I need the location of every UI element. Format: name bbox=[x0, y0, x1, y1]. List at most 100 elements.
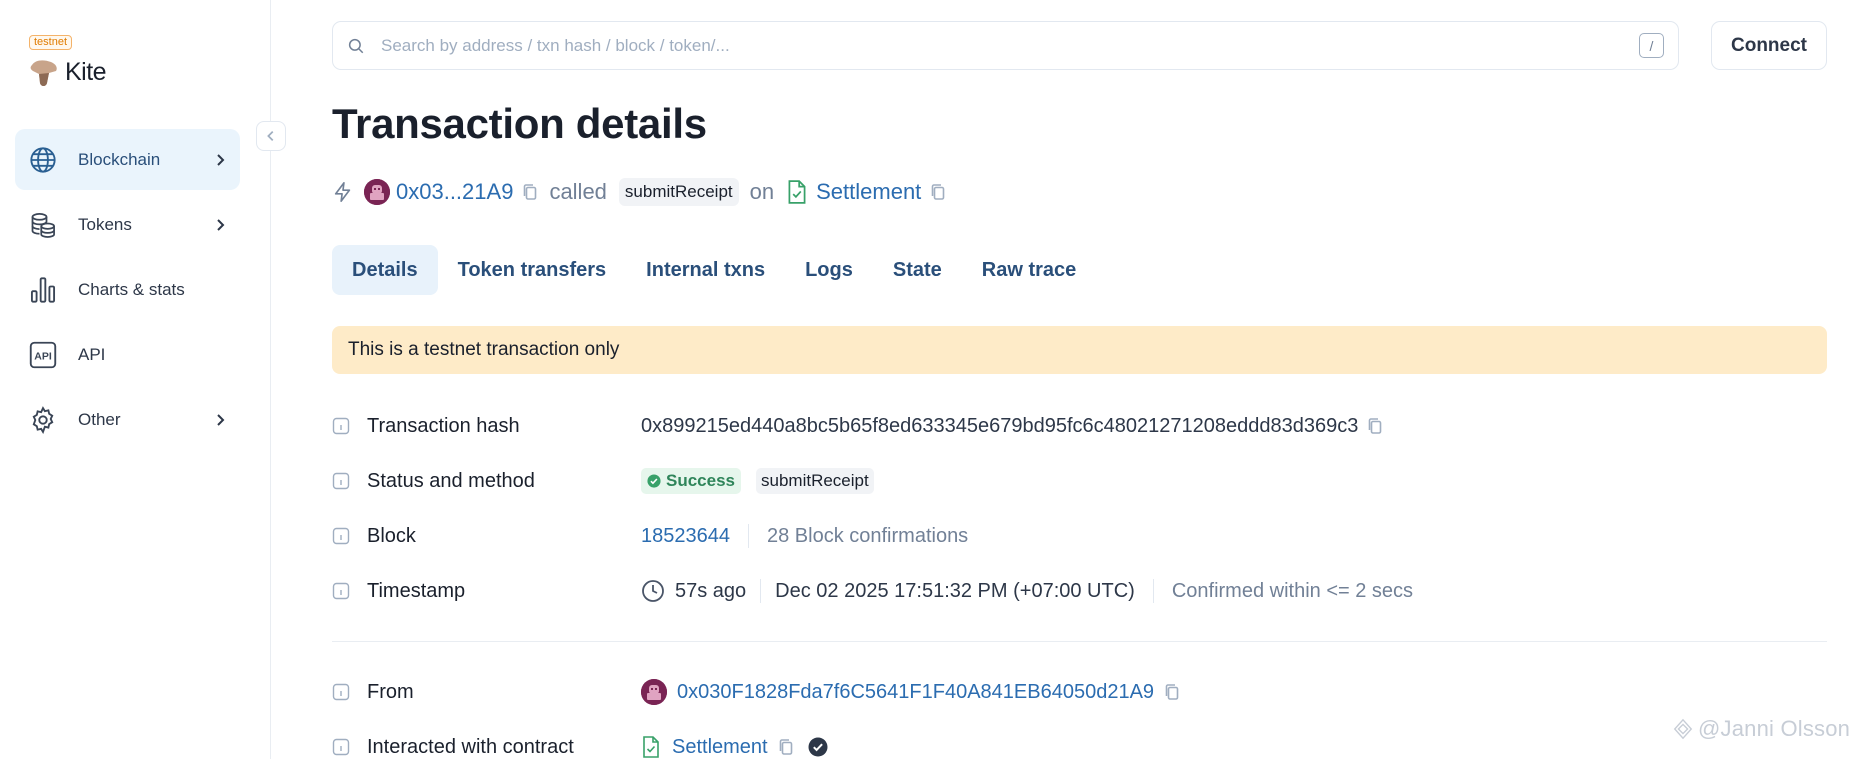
divider bbox=[760, 579, 762, 603]
copy-icon[interactable] bbox=[778, 738, 794, 756]
method-chip: submitReceipt bbox=[618, 178, 739, 206]
sidebar-nav: Blockchain Tokens Charts & stats API API… bbox=[15, 129, 240, 454]
sidebar-item-label: Charts & stats bbox=[78, 279, 185, 299]
bar-chart-icon bbox=[28, 275, 58, 305]
tab-raw-trace[interactable]: Raw trace bbox=[962, 245, 1097, 295]
verified-check-icon bbox=[808, 737, 828, 757]
section-divider bbox=[332, 641, 1827, 642]
detail-value: 18523644 28 Block confirmations bbox=[641, 524, 968, 548]
brand[interactable]: testnet Kite bbox=[29, 32, 107, 88]
block-confirmations: 28 Block confirmations bbox=[766, 524, 969, 547]
detail-value: 57s ago Dec 02 2025 17:51:32 PM (+07:00 … bbox=[641, 579, 1413, 603]
page-title: Transaction details bbox=[332, 100, 707, 147]
detail-row-tx-hash: Transaction hash 0x899215ed440a8bc5b65f8… bbox=[332, 411, 1827, 441]
detail-row-contract: Interacted with contract Settlement bbox=[332, 732, 1827, 759]
info-icon[interactable] bbox=[332, 683, 350, 701]
detail-label: Block bbox=[367, 524, 416, 547]
sidebar-item-label: Tokens bbox=[78, 214, 132, 234]
info-icon[interactable] bbox=[332, 738, 350, 756]
method-chip: submitReceipt bbox=[756, 468, 874, 494]
tab-bar: Details Token transfers Internal txns Lo… bbox=[332, 245, 1096, 295]
coins-icon bbox=[28, 210, 58, 240]
search-icon bbox=[348, 38, 364, 53]
detail-label: Transaction hash bbox=[367, 414, 520, 437]
brand-name: Kite bbox=[65, 57, 107, 86]
sidebar-item-charts-stats[interactable]: Charts & stats bbox=[15, 259, 240, 320]
confirmation-time: Confirmed within <= 2 secs bbox=[1171, 579, 1414, 602]
sidebar-item-label: API bbox=[78, 344, 106, 364]
called-text: called bbox=[549, 179, 607, 204]
testnet-badge: testnet bbox=[29, 35, 73, 50]
status-badge: Success bbox=[641, 468, 741, 494]
info-icon[interactable] bbox=[332, 527, 350, 545]
contract-link[interactable]: Settlement bbox=[672, 736, 768, 759]
check-circle-icon bbox=[647, 474, 661, 488]
timestamp-age: 57s ago bbox=[675, 579, 747, 602]
clock-icon bbox=[642, 580, 664, 602]
kite-logo-icon bbox=[30, 60, 57, 86]
tab-state[interactable]: State bbox=[873, 245, 962, 295]
tab-logs[interactable]: Logs bbox=[785, 245, 873, 295]
sidebar-item-tokens[interactable]: Tokens bbox=[15, 194, 240, 255]
detail-value: 0x899215ed440a8bc5b65f8ed633345e679bd95f… bbox=[641, 415, 1383, 438]
info-icon[interactable] bbox=[332, 472, 350, 490]
lightning-icon bbox=[334, 182, 351, 202]
api-icon: API bbox=[28, 340, 58, 370]
copy-icon[interactable] bbox=[522, 183, 538, 201]
chevron-right-icon bbox=[217, 413, 225, 426]
detail-label: Interacted with contract bbox=[367, 735, 574, 758]
copy-icon[interactable] bbox=[1164, 683, 1180, 701]
tab-token-transfers[interactable]: Token transfers bbox=[438, 245, 627, 295]
watermark-text: @Janni Olsson bbox=[1698, 716, 1851, 741]
detail-label: Status and method bbox=[367, 469, 535, 492]
copy-icon[interactable] bbox=[1367, 417, 1383, 435]
globe-icon bbox=[28, 145, 58, 175]
avatar bbox=[641, 679, 667, 705]
timestamp-datetime: Dec 02 2025 17:51:32 PM (+07:00 UTC) bbox=[775, 579, 1135, 602]
watermark: @Janni Olsson bbox=[1672, 716, 1850, 742]
info-icon[interactable] bbox=[332, 417, 350, 435]
svg-text:API: API bbox=[34, 350, 52, 362]
from-address-link[interactable]: 0x030F1828Fda7f6C5641F1F40A841EB64050d21… bbox=[677, 681, 1154, 704]
sidebar-item-label: Blockchain bbox=[78, 149, 161, 169]
search-input[interactable] bbox=[381, 35, 1639, 56]
detail-row-block: Block 18523644 28 Block confirmations bbox=[332, 521, 1827, 551]
connect-wallet-button[interactable]: Connect bbox=[1711, 21, 1827, 70]
chevron-left-icon bbox=[267, 131, 274, 141]
gear-icon bbox=[28, 405, 58, 435]
detail-value: 0x030F1828Fda7f6C5641F1F40A841EB64050d21… bbox=[641, 679, 1180, 705]
sidebar-item-label: Other bbox=[78, 409, 121, 429]
info-icon[interactable] bbox=[332, 582, 350, 600]
contract-verified-icon bbox=[788, 180, 806, 204]
chevron-right-icon bbox=[217, 153, 225, 166]
detail-row-from: From 0x030F1828Fda7f6C5641F1F40A841EB640… bbox=[332, 677, 1827, 707]
contract-verified-icon bbox=[643, 736, 659, 758]
sidebar-collapse-button[interactable] bbox=[256, 121, 286, 151]
detail-label: Timestamp bbox=[367, 579, 466, 602]
copy-icon[interactable] bbox=[930, 183, 946, 201]
from-address-link[interactable]: 0x03...21A9 bbox=[396, 179, 513, 205]
detail-row-status: Status and method Success submitReceipt bbox=[332, 466, 1827, 496]
divider bbox=[1152, 579, 1154, 603]
detail-label: From bbox=[367, 680, 414, 703]
sidebar-item-blockchain[interactable]: Blockchain bbox=[15, 129, 240, 190]
sidebar-item-other[interactable]: Other bbox=[15, 389, 240, 450]
sidebar: testnet Kite Blockchain Tokens Charts & … bbox=[0, 0, 271, 759]
block-number-link[interactable]: 18523644 bbox=[641, 525, 730, 548]
contract-link[interactable]: Settlement bbox=[816, 179, 921, 205]
divider bbox=[747, 524, 749, 548]
chevron-right-icon bbox=[217, 218, 225, 231]
detail-row-timestamp: Timestamp 57s ago Dec 02 2025 17:51:32 P… bbox=[332, 576, 1827, 606]
tx-hash-value: 0x899215ed440a8bc5b65f8ed633345e679bd95f… bbox=[641, 414, 1359, 437]
detail-value: Success submitReceipt bbox=[641, 468, 874, 494]
on-text: on bbox=[749, 179, 775, 204]
tab-internal-txns[interactable]: Internal txns bbox=[626, 245, 785, 295]
alert-text: This is a testnet transaction only bbox=[348, 339, 620, 360]
transaction-summary: 0x03...21A9 called submitReceipt on Sett… bbox=[332, 175, 946, 209]
testnet-alert: This is a testnet transaction only bbox=[332, 326, 1827, 374]
sidebar-item-api[interactable]: API API bbox=[15, 324, 240, 385]
avatar bbox=[364, 179, 390, 205]
search-bar[interactable]: / bbox=[332, 21, 1679, 70]
tab-details[interactable]: Details bbox=[332, 245, 438, 295]
logo[interactable]: Kite bbox=[29, 56, 107, 88]
